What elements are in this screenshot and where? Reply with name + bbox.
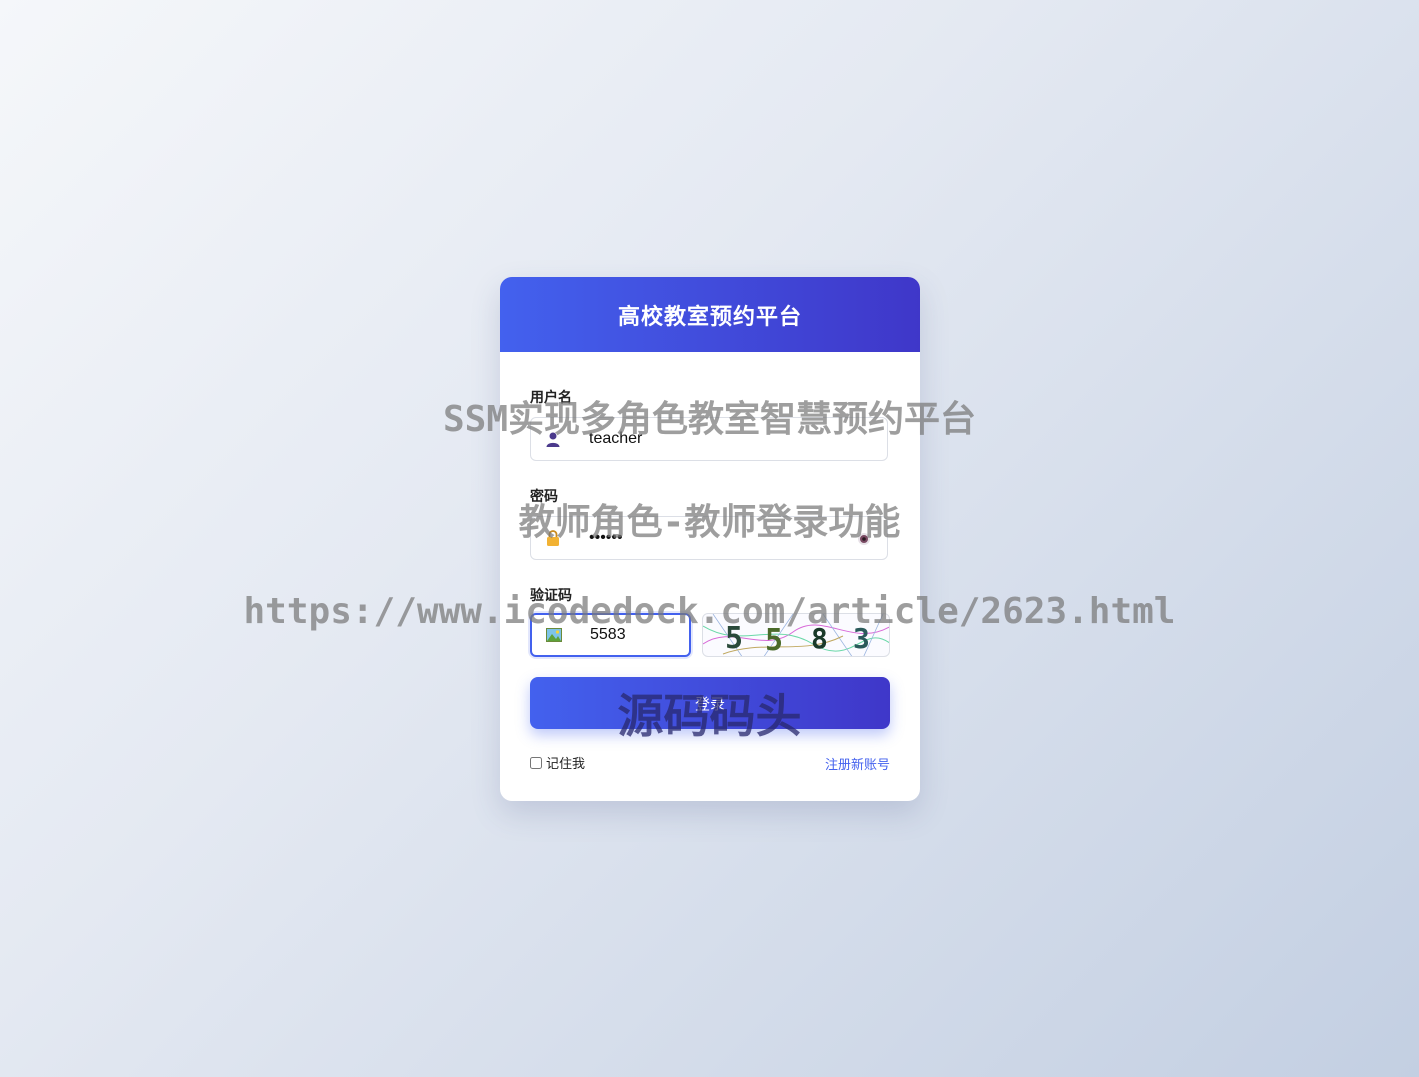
- captcha-char: 3: [853, 622, 870, 655]
- username-label: 用户名: [530, 390, 572, 406]
- username-field[interactable]: [530, 417, 888, 461]
- password-field[interactable]: [530, 516, 888, 560]
- page-title: 高校教室预约平台: [617, 304, 802, 330]
- remember-label: 记住我: [546, 757, 586, 772]
- login-button[interactable]: 登录: [530, 677, 890, 729]
- password-input[interactable]: [589, 529, 829, 547]
- lock-icon: [545, 530, 561, 546]
- eye-icon[interactable]: [857, 531, 871, 545]
- captcha-input[interactable]: [590, 626, 680, 644]
- username-input[interactable]: [589, 430, 829, 448]
- login-card: 高校教室预约平台 用户名 密码 验证码: [500, 277, 920, 801]
- captcha-field[interactable]: [530, 613, 691, 657]
- image-icon: [546, 627, 562, 643]
- card-header: 高校教室预约平台: [500, 277, 920, 352]
- captcha-char: 8: [811, 622, 828, 655]
- remember-me[interactable]: 记住我: [530, 753, 585, 772]
- user-icon: [545, 431, 561, 447]
- captcha-char: 5: [725, 621, 743, 656]
- captcha-char: 5: [765, 623, 783, 657]
- password-label: 密码: [530, 489, 558, 505]
- captcha-image[interactable]: 5 5 8 3: [702, 613, 890, 657]
- remember-checkbox[interactable]: [530, 756, 542, 769]
- register-link[interactable]: 注册新账号: [825, 754, 890, 773]
- captcha-label: 验证码: [530, 588, 572, 604]
